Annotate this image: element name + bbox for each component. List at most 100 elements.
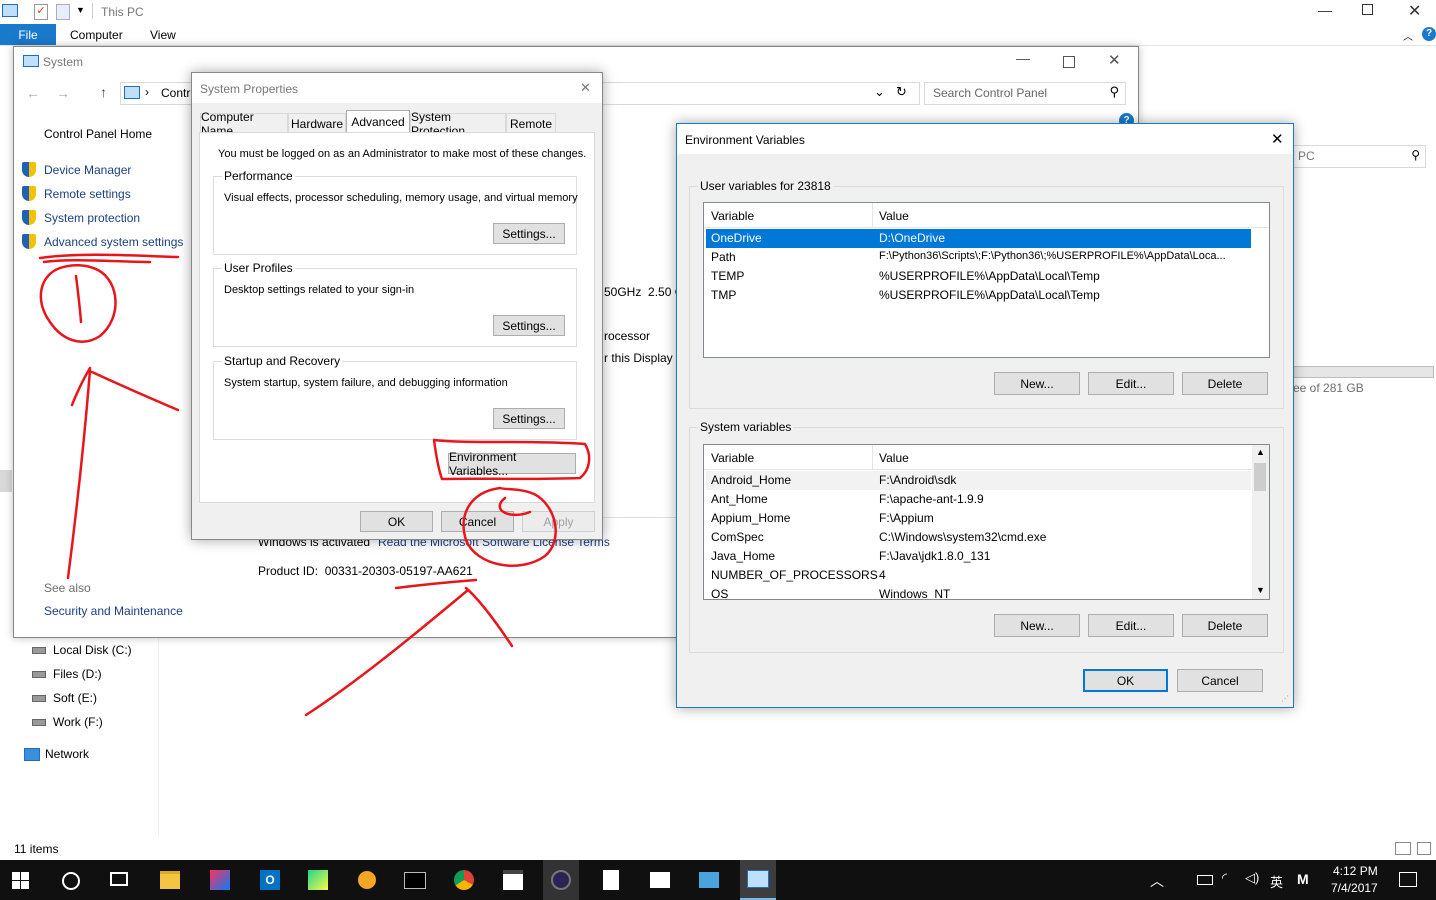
table-row[interactable]: OneDrive D:\OneDrive xyxy=(706,229,1251,248)
security-maintenance-link[interactable]: Security and Maintenance xyxy=(44,604,183,618)
tab-hardware[interactable]: Hardware xyxy=(288,113,346,133)
tab-computer-name[interactable]: Computer Name xyxy=(200,110,288,138)
environment-variables-button[interactable]: Environment Variables... xyxy=(448,450,576,478)
user-variables-list[interactable]: Variable Value OneDrive D:\OneDrive Path… xyxy=(703,202,1270,358)
app-circle-taskbar-icon[interactable] xyxy=(349,862,385,898)
profiles-settings-button[interactable]: Settings... xyxy=(493,315,565,336)
env-cancel-button[interactable]: Cancel xyxy=(1177,669,1263,692)
env-ok-button[interactable]: OK xyxy=(1083,669,1168,692)
intellij-taskbar-icon[interactable] xyxy=(202,862,238,898)
clapper-taskbar-icon[interactable] xyxy=(495,862,531,898)
minimize-icon[interactable]: — xyxy=(1318,2,1332,18)
chrome-taskbar-icon[interactable] xyxy=(446,862,482,898)
resize-grip-icon[interactable]: ⋰ xyxy=(1281,694,1289,703)
minimize-icon[interactable]: — xyxy=(1016,50,1030,66)
ok-button[interactable]: OK xyxy=(360,511,433,532)
scroll-thumb[interactable] xyxy=(1254,463,1266,491)
table-row[interactable]: Android_Home F:\Android\sdk xyxy=(706,471,1251,490)
performance-settings-button[interactable]: Settings... xyxy=(493,223,565,244)
show-hidden-icons-icon[interactable]: ︿ xyxy=(1150,871,1164,891)
close-icon[interactable]: ✕ xyxy=(1271,130,1284,148)
task-view-button[interactable] xyxy=(110,872,128,886)
column-header-value[interactable]: Value xyxy=(879,209,909,223)
volume-icon[interactable]: ◁) xyxy=(1245,870,1259,886)
scroll-up-icon[interactable]: ▲ xyxy=(1256,447,1265,457)
outlook-taskbar-icon[interactable]: O xyxy=(252,862,288,898)
ribbon-collapse-icon[interactable]: ︿ xyxy=(1403,28,1413,43)
table-row[interactable]: NUMBER_OF_PROCESSORS 4 xyxy=(706,566,1251,585)
tab-system-protection[interactable]: System Protection xyxy=(410,110,506,138)
control-panel-home-link[interactable]: Control Panel Home xyxy=(44,127,152,141)
column-header-value[interactable]: Value xyxy=(879,451,909,465)
address-dropdown-icon[interactable]: ⌄ xyxy=(874,84,885,100)
action-center-icon[interactable] xyxy=(1399,872,1417,887)
list-header: Variable Value xyxy=(704,445,1269,470)
close-icon[interactable]: ✕ xyxy=(1108,51,1121,69)
start-button[interactable] xyxy=(12,872,29,889)
cortana-button[interactable] xyxy=(62,872,80,890)
scroll-down-icon[interactable]: ▼ xyxy=(1256,585,1265,595)
clock-time[interactable]: 4:12 PM xyxy=(1333,864,1378,878)
search-control-panel-input[interactable]: Search Control Panel ⚲ xyxy=(924,82,1126,105)
ribbon-tab-view[interactable]: View xyxy=(150,28,176,42)
close-icon[interactable]: ✕ xyxy=(580,80,591,96)
battery-icon[interactable] xyxy=(1197,875,1213,885)
table-row[interactable]: Java_Home F:\Java\jdk1.8.0_131 xyxy=(706,547,1251,566)
vertical-scrollbar[interactable]: ▲ ▼ xyxy=(1252,445,1269,599)
ribbon-tab-file[interactable]: File xyxy=(0,24,56,45)
breadcrumb[interactable]: Contr xyxy=(161,86,190,100)
cancel-button[interactable]: Cancel xyxy=(441,511,514,532)
details-view-icon[interactable] xyxy=(1395,842,1411,855)
column-header-variable[interactable]: Variable xyxy=(711,451,754,465)
table-row[interactable]: TMP %USERPROFILE%\AppData\Local\Temp xyxy=(706,286,1251,305)
pycharm-taskbar-icon[interactable] xyxy=(300,862,336,898)
startup-settings-button[interactable]: Settings... xyxy=(493,408,565,429)
refresh-icon[interactable]: ↻ xyxy=(896,84,907,100)
large-icons-view-icon[interactable] xyxy=(1417,842,1431,855)
nav-system-protection[interactable]: System protection xyxy=(22,209,192,227)
restore-icon[interactable] xyxy=(1362,4,1373,15)
nav-device-manager[interactable]: Device Manager xyxy=(22,161,192,179)
tab-remote[interactable]: Remote xyxy=(506,113,556,133)
up-icon[interactable]: ↑ xyxy=(100,84,107,100)
table-row[interactable]: Path F:\Python36\Scripts\;F:\Python36\;%… xyxy=(706,248,1251,267)
tab-advanced[interactable]: Advanced xyxy=(346,110,410,133)
table-row[interactable]: ComSpec C:\Windows\system32\cmd.exe xyxy=(706,528,1251,547)
close-icon[interactable]: ✕ xyxy=(1408,1,1421,21)
user-new-button[interactable]: New... xyxy=(994,372,1080,395)
ribbon-tab-computer[interactable]: Computer xyxy=(70,28,123,42)
terminal-taskbar-icon[interactable] xyxy=(397,862,433,898)
properties-icon[interactable]: ✓ xyxy=(34,4,48,20)
remote-desktop-taskbar-icon[interactable] xyxy=(691,862,727,898)
user-delete-button[interactable]: Delete xyxy=(1182,372,1268,395)
system-new-button[interactable]: New... xyxy=(994,614,1080,637)
qat-dropdown-icon[interactable]: ▼ xyxy=(76,5,85,15)
system-delete-button[interactable]: Delete xyxy=(1182,614,1268,637)
ime-language[interactable]: 英 xyxy=(1270,872,1283,891)
table-row[interactable]: Ant_Home F:\apache-ant-1.9.9 xyxy=(706,490,1251,509)
forward-icon[interactable]: → xyxy=(56,85,70,101)
new-folder-icon[interactable] xyxy=(56,4,70,20)
eclipse-taskbar-icon[interactable] xyxy=(543,860,579,900)
nav-advanced-system-settings[interactable]: Advanced system settings xyxy=(22,233,192,251)
nav-remote-settings[interactable]: Remote settings xyxy=(22,185,192,203)
wifi-icon[interactable]: ◜ xyxy=(1222,870,1227,886)
table-row[interactable]: TEMP %USERPROFILE%\AppData\Local\Temp xyxy=(706,267,1251,286)
file-explorer-taskbar-icon[interactable] xyxy=(152,862,188,898)
ime-mode[interactable]: M xyxy=(1297,871,1309,887)
system-variables-list[interactable]: Variable Value Android_Home F:\Android\s… xyxy=(703,444,1270,600)
system-edit-button[interactable]: Edit... xyxy=(1088,614,1174,637)
maximize-icon[interactable] xyxy=(1063,56,1075,68)
button-label: Delete xyxy=(1207,618,1243,633)
back-icon[interactable]: ← xyxy=(26,85,40,101)
explorer-search-box[interactable]: PC ⚲ xyxy=(1292,145,1426,168)
help-icon[interactable]: ? xyxy=(1422,27,1436,41)
document-taskbar-icon[interactable] xyxy=(593,862,629,898)
table-row[interactable]: Appium_Home F:\Appium xyxy=(706,509,1251,528)
table-row[interactable]: OS Windows_NT xyxy=(706,585,1251,599)
user-edit-button[interactable]: Edit... xyxy=(1088,372,1174,395)
photos-taskbar-icon[interactable] xyxy=(642,862,678,898)
clock-date[interactable]: 7/4/2017 xyxy=(1331,881,1378,895)
control-panel-taskbar-icon[interactable] xyxy=(740,860,776,900)
column-header-variable[interactable]: Variable xyxy=(711,209,754,223)
